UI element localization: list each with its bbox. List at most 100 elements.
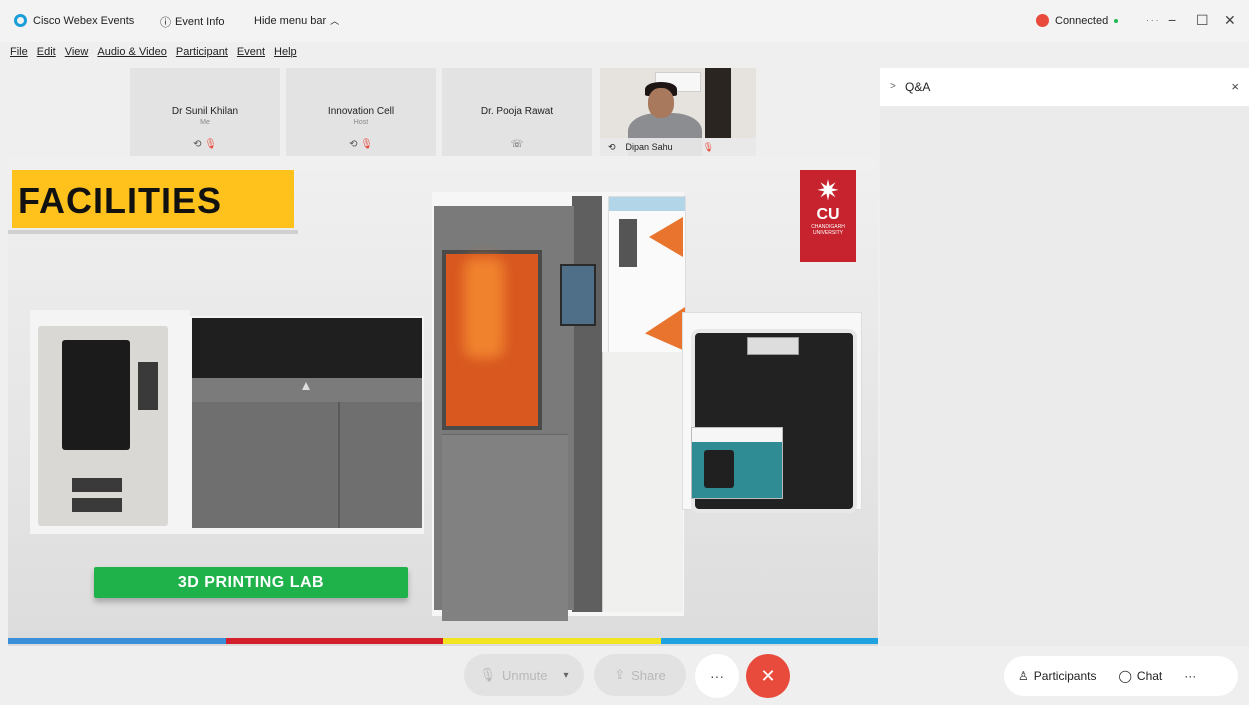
printer-image bbox=[30, 310, 190, 534]
participant-status: ⟲ 🎙 bbox=[130, 139, 280, 150]
share-button[interactable]: ⇪ Share bbox=[594, 654, 686, 696]
printer-side bbox=[572, 196, 602, 612]
chat-label: Chat bbox=[1136, 669, 1163, 683]
menu-help[interactable]: Help bbox=[274, 46, 297, 58]
unmute-label: Unmute bbox=[501, 667, 548, 683]
slide-color-bars bbox=[8, 638, 878, 644]
product-card bbox=[691, 427, 783, 499]
product-poster bbox=[608, 196, 686, 374]
close-icon: ✕ bbox=[760, 665, 776, 686]
printer-image bbox=[682, 312, 862, 513]
menu-participant[interactable]: Participant bbox=[176, 46, 228, 58]
hide-menu-bar-button[interactable]: Hide menu bar ︿ bbox=[254, 14, 339, 27]
banner-shadow bbox=[8, 230, 298, 234]
connection-status[interactable]: Connected bbox=[1036, 14, 1119, 27]
participant-tile[interactable]: Dr Sunil Khilan Me ⟲ 🎙 bbox=[130, 68, 280, 156]
hide-menu-label: Hide menu bar bbox=[254, 14, 327, 27]
slide-heading: FACILITIES bbox=[18, 180, 223, 221]
participant-tile[interactable]: Innovation Cell Host ⟲ 🎙 bbox=[286, 68, 436, 156]
printer-handle bbox=[747, 337, 799, 355]
participant-role: Me bbox=[200, 119, 210, 126]
slide-heading-banner: FACILITIES bbox=[12, 170, 294, 228]
event-info-button[interactable]: ⓘ Event Info bbox=[160, 14, 225, 30]
chevron-up-icon: ︿ bbox=[330, 16, 340, 26]
more-dots-icon[interactable]: · · · bbox=[1146, 16, 1158, 25]
video-name-strip: ⟲ Dipan Sahu 🎙 bbox=[600, 138, 756, 156]
participant-status: ⟲ 🎙 bbox=[286, 139, 436, 150]
color-bar-blue bbox=[8, 638, 226, 644]
menu-audio-video[interactable]: Audio & Video bbox=[97, 46, 167, 58]
panel-title: Q&A bbox=[905, 80, 931, 94]
share-label: Share bbox=[631, 667, 666, 683]
share-icon: ⇪ bbox=[614, 667, 626, 682]
participant-strip: Dr Sunil Khilan Me ⟲ 🎙 Innovation Cell H… bbox=[130, 68, 756, 156]
participants-button[interactable]: ♙ Participants bbox=[1018, 669, 1096, 683]
poster-graphic bbox=[645, 307, 685, 351]
color-bar-red bbox=[225, 638, 443, 644]
minimize-button[interactable]: − bbox=[1168, 12, 1176, 28]
chevron-down-icon[interactable]: ▾ bbox=[564, 670, 569, 681]
info-icon: ⓘ bbox=[160, 17, 171, 29]
poster-band bbox=[609, 197, 685, 211]
card-printer bbox=[704, 450, 734, 488]
video-background bbox=[705, 68, 731, 138]
printer-image bbox=[190, 316, 424, 534]
mic-muted-icon: 🎙 bbox=[702, 141, 715, 152]
printer-door bbox=[442, 434, 568, 621]
printer-image bbox=[432, 192, 686, 621]
maximize-button[interactable]: ☐ bbox=[1196, 12, 1209, 29]
color-bar-cyan bbox=[660, 638, 878, 644]
close-panel-button[interactable]: × bbox=[1231, 79, 1239, 94]
participant-tile[interactable]: Dr. Pooja Rawat ☏ bbox=[442, 68, 592, 156]
panel-toggles: ♙ Participants ◯ Chat ··· bbox=[1004, 656, 1238, 696]
leave-meeting-button[interactable]: ✕ bbox=[746, 654, 790, 698]
logo-text: CU bbox=[816, 206, 840, 223]
printer-slot bbox=[72, 478, 122, 492]
menu-file[interactable]: File bbox=[10, 46, 28, 58]
poster-graphic bbox=[649, 217, 683, 257]
participant-name: Dipan Sahu bbox=[625, 142, 673, 152]
more-options-button[interactable]: ··· bbox=[695, 654, 739, 698]
printer-door-split bbox=[338, 402, 340, 528]
shared-content: FACILITIES ✷ CU CHANDIGARH UNIVERSITY 3D… bbox=[8, 156, 878, 646]
lab-label-banner: 3D PRINTING LAB bbox=[94, 567, 408, 598]
participant-video-tile[interactable]: ⟲ Dipan Sahu 🎙 bbox=[600, 68, 756, 156]
chat-bubble-icon: ◯ bbox=[1118, 669, 1132, 683]
more-dots-icon: ··· bbox=[1184, 669, 1197, 683]
printer-window bbox=[62, 340, 130, 450]
qa-panel-header: > Q&A × bbox=[880, 68, 1249, 106]
snowflake-emblem-icon: ✷ bbox=[816, 175, 840, 206]
status-dot-icon bbox=[1114, 18, 1119, 23]
person-icon: ♙ bbox=[1018, 669, 1029, 683]
unmute-button[interactable]: 🎙 Unmute ▾ bbox=[464, 654, 584, 696]
webex-logo-icon bbox=[14, 14, 27, 27]
chat-button[interactable]: ◯ Chat bbox=[1118, 669, 1162, 683]
menu-view[interactable]: View bbox=[65, 46, 89, 58]
participant-role: Host bbox=[353, 119, 369, 126]
menu-edit[interactable]: Edit bbox=[37, 46, 56, 58]
audio-icon: ⟲ bbox=[193, 139, 202, 150]
printer-glow bbox=[464, 258, 504, 358]
video-person bbox=[648, 88, 674, 118]
participant-name: Dr Sunil Khilan bbox=[171, 106, 239, 117]
chevron-right-icon[interactable]: > bbox=[890, 81, 896, 92]
university-logo: ✷ CU CHANDIGARH UNIVERSITY bbox=[800, 170, 856, 262]
microphone-icon: 🎙 bbox=[479, 667, 496, 682]
close-window-button[interactable]: ✕ bbox=[1224, 12, 1236, 29]
more-panels-button[interactable]: ··· bbox=[1184, 669, 1196, 683]
recording-icon bbox=[1036, 14, 1049, 27]
app-name: Cisco Webex Events bbox=[33, 14, 135, 27]
title-bar: Cisco Webex Events ⓘ Event Info Hide men… bbox=[0, 0, 1249, 42]
mic-muted-icon: 🎙 bbox=[360, 139, 373, 150]
qa-panel: > Q&A × bbox=[880, 68, 1249, 646]
printer-slot bbox=[72, 498, 122, 512]
logo-subtext: CHANDIGARH UNIVERSITY bbox=[811, 224, 845, 236]
participant-name: Innovation Cell bbox=[327, 106, 395, 117]
poster-printer bbox=[619, 219, 637, 267]
printer-top bbox=[192, 318, 422, 378]
event-info-label: Event Info bbox=[175, 16, 225, 28]
printer-panel bbox=[138, 362, 158, 410]
menu-bar: File Edit View Audio & Video Participant… bbox=[10, 46, 297, 58]
menu-event[interactable]: Event bbox=[237, 46, 265, 58]
phone-icon: ☏ bbox=[510, 139, 524, 150]
